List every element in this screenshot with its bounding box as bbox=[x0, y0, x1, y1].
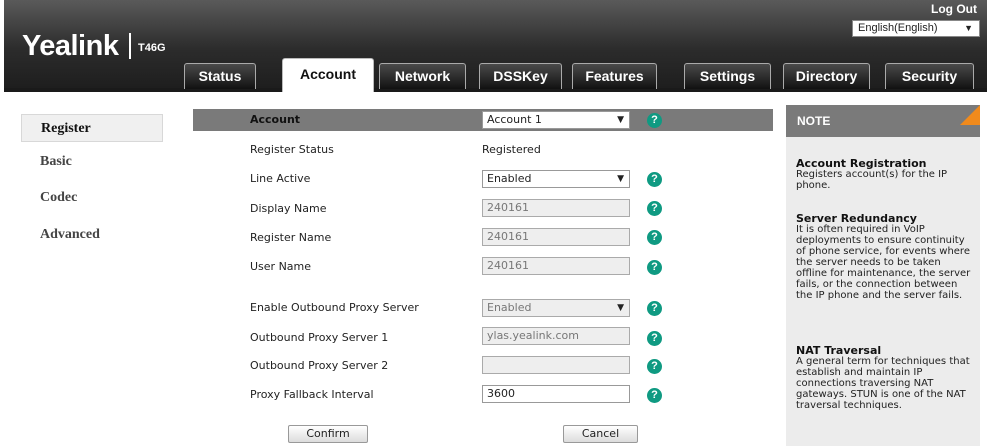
line-active-value: Enabled bbox=[487, 172, 532, 185]
help-icon[interactable]: ? bbox=[647, 230, 662, 245]
outbound-proxy-value: Enabled bbox=[487, 301, 532, 314]
tab-directory[interactable]: Directory bbox=[783, 63, 870, 89]
sidebar-item-basic[interactable]: Basic bbox=[21, 148, 163, 176]
help-icon[interactable]: ? bbox=[647, 113, 662, 128]
help-icon[interactable]: ? bbox=[647, 301, 662, 316]
note-section: Server Redundancy It is often required i… bbox=[796, 213, 974, 301]
dropdown-arrow-icon: ▼ bbox=[617, 303, 624, 313]
note-section: NAT Traversal A general term for techniq… bbox=[796, 345, 974, 411]
help-icon[interactable]: ? bbox=[647, 331, 662, 346]
sidebar-item-codec[interactable]: Codec bbox=[21, 184, 163, 212]
proxy-fallback-input[interactable]: 3600 bbox=[482, 385, 630, 403]
note-panel: NOTE Account Registration Registers acco… bbox=[786, 105, 980, 446]
account-label: Account bbox=[250, 113, 301, 126]
sidebar-item-register[interactable]: Register bbox=[21, 114, 163, 142]
proxy-fallback-label: Proxy Fallback Interval bbox=[250, 388, 374, 401]
tab-features[interactable]: Features bbox=[572, 63, 657, 89]
note-title: NOTE bbox=[797, 114, 831, 128]
register-status-label: Register Status bbox=[250, 143, 334, 156]
tab-network[interactable]: Network bbox=[379, 63, 466, 89]
register-name-label: Register Name bbox=[250, 231, 332, 244]
tab-dsskey[interactable]: DSSKey bbox=[479, 63, 562, 89]
logout-link[interactable]: Log Out bbox=[931, 2, 977, 16]
sidebar-item-advanced[interactable]: Advanced bbox=[21, 221, 163, 249]
help-icon[interactable]: ? bbox=[647, 388, 662, 403]
help-icon[interactable]: ? bbox=[647, 359, 662, 374]
tab-settings[interactable]: Settings bbox=[684, 63, 771, 89]
user-name-input[interactable]: 240161 bbox=[482, 257, 630, 275]
note-section-text: A general term for techniques that estab… bbox=[796, 356, 970, 411]
header-bar: Yealink T46G Log Out English(English) ▼ … bbox=[4, 0, 987, 92]
note-corner-decoration bbox=[960, 105, 980, 125]
note-section-text: It is often required in VoIP deployments… bbox=[796, 224, 971, 301]
line-active-select[interactable]: Enabled ▼ bbox=[482, 170, 630, 188]
note-section: Account Registration Registers account(s… bbox=[796, 158, 974, 191]
register-name-input[interactable]: 240161 bbox=[482, 228, 630, 246]
help-icon[interactable]: ? bbox=[647, 201, 662, 216]
display-name-label: Display Name bbox=[250, 202, 327, 215]
proxy-server-2-input[interactable] bbox=[482, 356, 630, 374]
note-section-title: Server Redundancy bbox=[796, 212, 917, 225]
sidebar: Register Basic Codec Advanced bbox=[21, 107, 163, 446]
confirm-button[interactable]: Confirm bbox=[288, 425, 368, 443]
account-select-value: Account 1 bbox=[487, 113, 542, 126]
tab-security[interactable]: Security bbox=[885, 63, 974, 89]
note-section-title: Account Registration bbox=[796, 157, 927, 170]
line-active-label: Line Active bbox=[250, 172, 311, 185]
dropdown-arrow-icon: ▼ bbox=[964, 23, 973, 33]
tab-account[interactable]: Account bbox=[282, 58, 374, 92]
brand-logo: Yealink bbox=[22, 30, 119, 62]
note-section-text: Registers account(s) for the IP phone. bbox=[796, 169, 948, 191]
proxy-server-2-label: Outbound Proxy Server 2 bbox=[250, 359, 389, 372]
help-icon[interactable]: ? bbox=[647, 260, 662, 275]
tab-status[interactable]: Status bbox=[184, 63, 256, 89]
proxy-server-1-input[interactable]: ylas.yealink.com bbox=[482, 327, 630, 345]
language-value: English(English) bbox=[858, 22, 938, 34]
cancel-button[interactable]: Cancel bbox=[563, 425, 638, 443]
outbound-proxy-label: Enable Outbound Proxy Server bbox=[250, 301, 419, 314]
help-icon[interactable]: ? bbox=[647, 172, 662, 187]
register-status-value: Registered bbox=[482, 143, 541, 156]
dropdown-arrow-icon: ▼ bbox=[617, 174, 624, 184]
logo-divider bbox=[129, 33, 131, 59]
note-section-title: NAT Traversal bbox=[796, 344, 882, 357]
language-select[interactable]: English(English) ▼ bbox=[852, 20, 980, 37]
model-label: T46G bbox=[138, 42, 166, 54]
proxy-server-1-label: Outbound Proxy Server 1 bbox=[250, 331, 389, 344]
display-name-input[interactable]: 240161 bbox=[482, 199, 630, 217]
user-name-label: User Name bbox=[250, 260, 312, 273]
dropdown-arrow-icon: ▼ bbox=[617, 115, 624, 125]
outbound-proxy-select[interactable]: Enabled ▼ bbox=[482, 299, 630, 317]
account-select[interactable]: Account 1 ▼ bbox=[482, 111, 630, 129]
note-header: NOTE bbox=[786, 105, 980, 137]
